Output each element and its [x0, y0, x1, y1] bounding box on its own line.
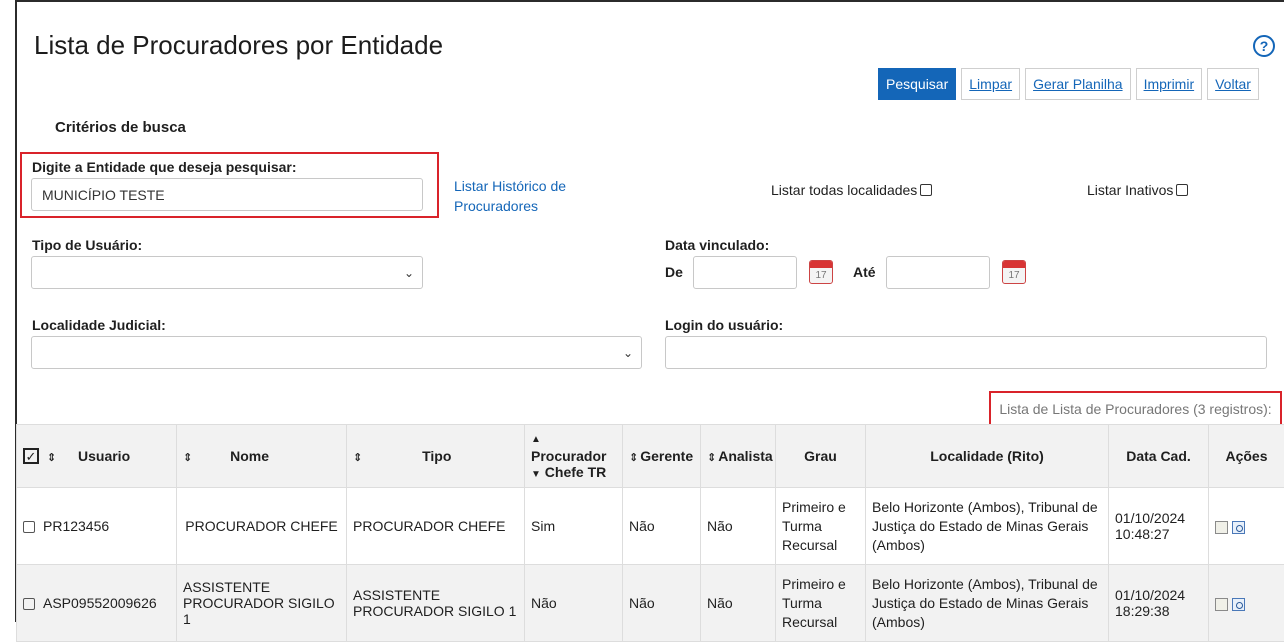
table-row: ASP09552009626 ASSISTENTE PROCURADOR SIG… — [17, 565, 1284, 642]
view-icon[interactable] — [1232, 598, 1245, 611]
details-icon[interactable] — [1215, 521, 1228, 534]
table-row: PR123456 PROCURADOR CHEFE PROCURADOR CHE… — [17, 488, 1284, 565]
inactive-checkbox[interactable] — [1176, 184, 1188, 196]
cell-nome: PROCURADOR CHEFE — [177, 488, 347, 565]
select-all-checkbox[interactable]: ✓ — [23, 448, 39, 464]
results-count: Lista de Lista de Procuradores (3 regist… — [989, 391, 1282, 427]
row-checkbox[interactable] — [23, 521, 35, 533]
history-link-line1: Listar Histórico de — [454, 176, 566, 196]
cell-usuario: PR123456 — [43, 518, 109, 534]
col-data-cad: Data Cad. — [1109, 425, 1209, 488]
cell-procurador: Sim — [525, 488, 623, 565]
date-to-label: Até — [853, 264, 876, 280]
generate-spreadsheet-button[interactable]: Gerar Planilha — [1025, 68, 1131, 100]
cell-gerente: Não — [623, 565, 701, 642]
cell-nome: ASSISTENTE PROCURADOR SIGILO 1 — [177, 565, 347, 642]
entity-label: Digite a Entidade que deseja pesquisar: — [32, 159, 297, 175]
cell-grau: Primeiro e Turma Recursal — [776, 565, 866, 642]
cell-actions — [1209, 565, 1284, 642]
col-procurador-chefe[interactable]: ▲ Procurador ▼ Chefe TR — [525, 425, 623, 488]
cell-gerente: Não — [623, 488, 701, 565]
cell-localidade: Belo Horizonte (Ambos), Tribunal de Just… — [866, 565, 1109, 642]
all-localities-label: Listar todas localidades — [771, 182, 917, 198]
cell-tipo: PROCURADOR CHEFE — [347, 488, 525, 565]
cell-analista: Não — [701, 488, 776, 565]
entity-input[interactable]: MUNICÍPIO TESTE — [31, 178, 423, 211]
date-linked-label: Data vinculado: — [665, 237, 769, 253]
page-title: Lista de Procuradores por Entidade — [34, 30, 443, 61]
sort-asc-icon: ▲ — [531, 434, 541, 445]
all-localities-option[interactable]: Listar todas localidades — [771, 182, 932, 198]
cell-analista: Não — [701, 565, 776, 642]
cell-localidade: Belo Horizonte (Ambos), Tribunal de Just… — [866, 488, 1109, 565]
chevron-down-icon: ⌄ — [623, 346, 633, 360]
clear-button[interactable]: Limpar — [961, 68, 1020, 100]
results-table: ✓ ⇕ Usuario ⇕ Nome ⇕ Tipo ▲ Procurador ▼… — [16, 424, 1284, 642]
row-checkbox[interactable] — [23, 598, 35, 610]
col-acoes: Ações — [1209, 425, 1284, 488]
col-nome[interactable]: ⇕ Nome — [177, 425, 347, 488]
login-label: Login do usuário: — [665, 317, 783, 333]
col-localidade: Localidade (Rito) — [866, 425, 1109, 488]
login-input[interactable] — [665, 336, 1267, 369]
cell-data-cad: 01/10/2024 10:48:27 — [1109, 488, 1209, 565]
view-icon[interactable] — [1232, 521, 1245, 534]
cell-actions — [1209, 488, 1284, 565]
details-icon[interactable] — [1215, 598, 1228, 611]
date-to-input[interactable] — [886, 256, 990, 289]
history-link-line2: Procuradores — [454, 196, 566, 216]
sort-desc-icon: ▼ — [531, 469, 541, 480]
locality-select[interactable]: ⌄ — [31, 336, 642, 369]
locality-label: Localidade Judicial: — [32, 317, 166, 333]
sort-icon: ⇕ — [47, 452, 56, 464]
help-icon[interactable]: ? — [1253, 35, 1275, 57]
sort-icon: ⇕ — [629, 452, 638, 464]
cell-grau: Primeiro e Turma Recursal — [776, 488, 866, 565]
chevron-down-icon: ⌄ — [404, 266, 414, 280]
all-localities-checkbox[interactable] — [920, 184, 932, 196]
sort-icon: ⇕ — [353, 452, 362, 464]
calendar-from-icon[interactable]: 17 — [809, 260, 833, 284]
col-grau: Grau — [776, 425, 866, 488]
inactive-option[interactable]: Listar Inativos — [1087, 182, 1188, 198]
cell-tipo: ASSISTENTE PROCURADOR SIGILO 1 — [347, 565, 525, 642]
calendar-to-icon[interactable]: 17 — [1002, 260, 1026, 284]
col-analista[interactable]: ⇕Analista — [701, 425, 776, 488]
col-gerente[interactable]: ⇕Gerente — [623, 425, 701, 488]
date-from-label: De — [665, 264, 683, 280]
user-type-label: Tipo de Usuário: — [32, 237, 142, 253]
sort-icon: ⇕ — [183, 452, 192, 464]
search-button[interactable]: Pesquisar — [878, 68, 956, 100]
back-button[interactable]: Voltar — [1207, 68, 1259, 100]
cell-usuario: ASP09552009626 — [43, 595, 157, 611]
date-from-input[interactable] — [693, 256, 797, 289]
table-header-row: ✓ ⇕ Usuario ⇕ Nome ⇕ Tipo ▲ Procurador ▼… — [17, 425, 1284, 488]
cell-procurador: Não — [525, 565, 623, 642]
user-type-select[interactable]: ⌄ — [31, 256, 423, 289]
inactive-label: Listar Inativos — [1087, 182, 1173, 198]
cell-data-cad: 01/10/2024 18:29:38 — [1109, 565, 1209, 642]
toolbar: Pesquisar Limpar Gerar Planilha Imprimir… — [878, 68, 1259, 100]
print-button[interactable]: Imprimir — [1136, 68, 1203, 100]
col-usuario[interactable]: ✓ ⇕ Usuario — [17, 425, 177, 488]
criteria-title: Critérios de busca — [55, 119, 186, 136]
sort-icon: ⇕ — [707, 452, 716, 464]
col-tipo[interactable]: ⇕ Tipo — [347, 425, 525, 488]
history-link[interactable]: Listar Histórico de Procuradores — [454, 176, 566, 216]
